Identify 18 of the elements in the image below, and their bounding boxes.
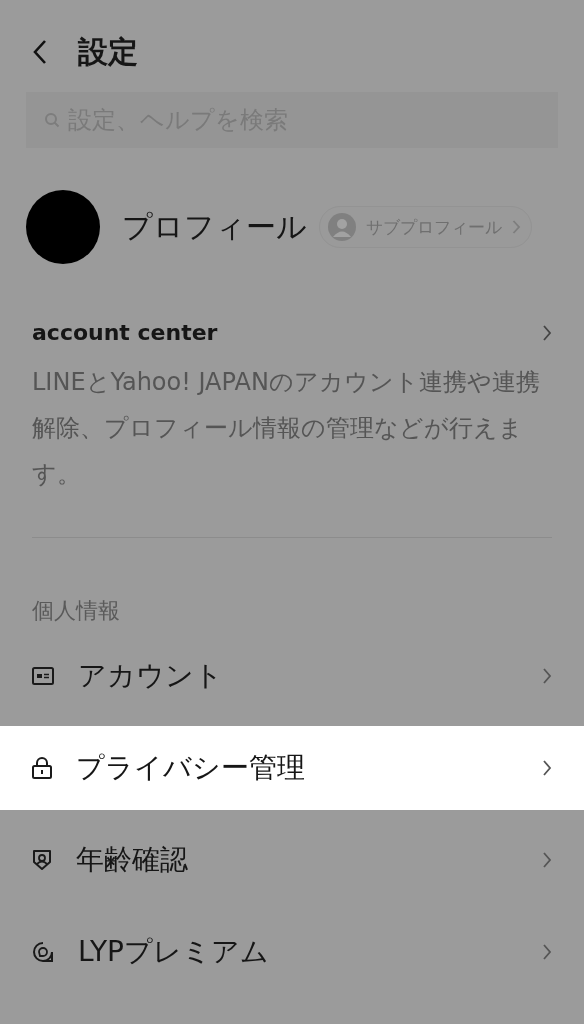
chevron-icon [542,851,552,869]
premium-badge-icon [32,941,54,963]
chevron-icon [512,219,521,235]
profile-name[interactable]: プロフィール [122,206,307,248]
person-icon [328,213,356,241]
section-title: 個人情報 [31,597,121,625]
account-center-title[interactable]: account center [32,320,218,345]
shield-person-icon [32,849,52,871]
id-card-icon [32,667,54,685]
back-icon[interactable] [32,38,48,66]
chevron-icon [542,759,552,777]
settings-row[interactable]: プライバシー管理 [0,726,584,810]
screen-title: 設定 [78,32,138,71]
lock-icon [32,757,52,779]
chevron-icon [542,943,552,961]
chevron-icon[interactable] [542,323,552,342]
chevron-icon [542,667,552,685]
account-center-description: LINEとYahoo! JAPANのアカウント連携や連携解除、プロフィール情報の管理などが行えます。 [32,367,541,490]
